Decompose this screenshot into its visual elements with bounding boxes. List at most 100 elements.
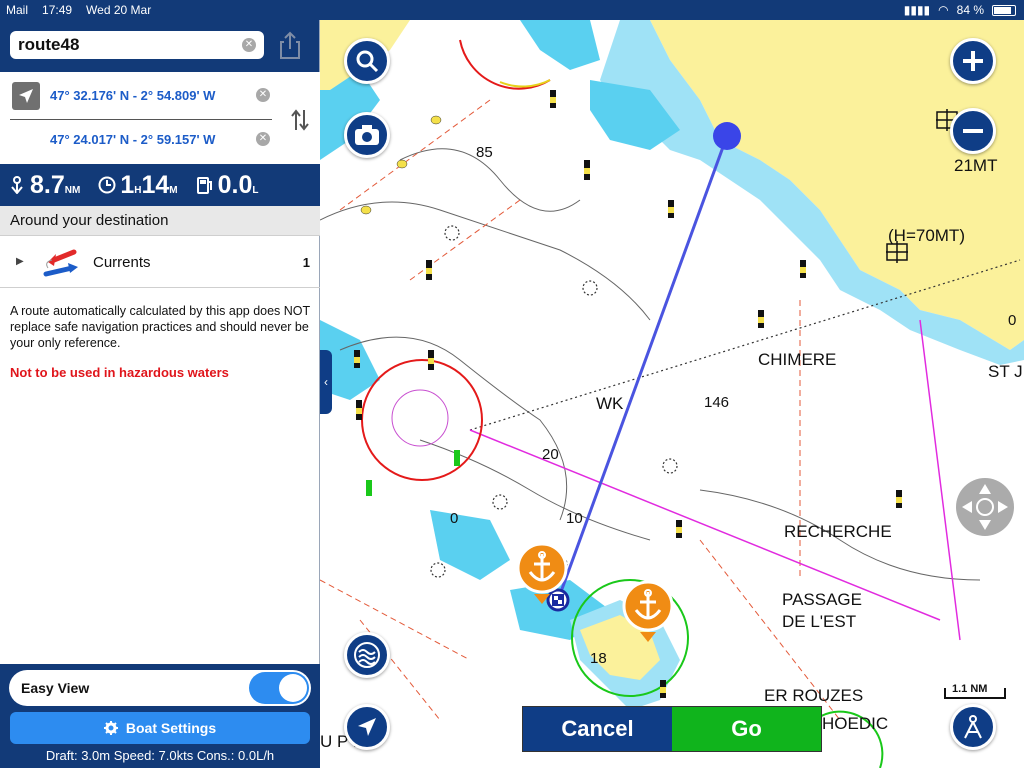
place-label: DE L'EST [782, 612, 857, 631]
route-line [556, 135, 729, 601]
swap-endpoints-icon[interactable] [290, 108, 310, 132]
end-coordinate[interactable]: 47° 24.017' N - 2° 59.157' W [50, 132, 215, 147]
duration-stat: 1 H 14 M [98, 170, 178, 200]
chevron-left-icon: ‹ [324, 375, 328, 389]
safety-disclaimer: A route automatically calculated by this… [10, 304, 310, 350]
status-time: 17:49 [42, 3, 73, 17]
place-label: ER ROUZES [764, 686, 864, 705]
share-icon[interactable] [276, 30, 304, 60]
boat-settings-button[interactable]: Boat Settings [10, 712, 310, 744]
zoom-out-button[interactable] [950, 108, 996, 154]
start-coordinate[interactable]: 47° 32.176' N - 2° 54.809' W [50, 88, 215, 103]
currents-label: Currents [93, 254, 151, 271]
minutes-unit: M [169, 184, 178, 196]
restricted-area-line [320, 579, 471, 721]
currents-row[interactable]: ▶ Currents 1 [0, 236, 320, 288]
fuel-stat: 0.0 L [196, 171, 259, 200]
light-sector-arc [459, 39, 551, 90]
search-button[interactable] [344, 38, 390, 84]
fuel-value: 0.0 [217, 170, 253, 199]
hazard-warning: Not to be used in hazardous waters [10, 365, 229, 380]
currents-count: 1 [302, 255, 310, 270]
traffic-lane [919, 319, 961, 641]
pan-control[interactable] [956, 478, 1014, 536]
fuel-unit: L [252, 184, 259, 196]
boat-settings-label: Boat Settings [125, 720, 217, 736]
distance-unit: NM [64, 184, 81, 196]
expand-triangle-icon[interactable]: ▶ [16, 256, 24, 267]
clear-route-name-icon[interactable]: ✕ [242, 38, 256, 52]
search-icon [356, 50, 379, 73]
route-sidebar: route48 ✕ 47° 32.176' N - 2° 54.809' W ✕… [0, 20, 320, 768]
route-start-point[interactable] [713, 122, 741, 150]
sidebar-footer: Easy View Boat Settings Draft: 3.0m Spee… [0, 664, 320, 768]
camera-icon [355, 125, 379, 145]
tides-currents-button[interactable] [344, 632, 390, 678]
route-header: route48 ✕ 47° 32.176' N - 2° 54.809' W ✕… [0, 20, 320, 164]
compass-button[interactable] [950, 704, 996, 750]
place-label: HOEDIC [822, 714, 889, 733]
route-action-bar: Cancel Go [522, 706, 822, 752]
place-label: RECHERCHE [784, 522, 892, 541]
place-label: WK [596, 394, 624, 413]
compass-icon [964, 715, 982, 739]
route-name-field[interactable]: route48 [10, 31, 264, 59]
easy-view-label: Easy View [21, 680, 90, 696]
divider [10, 119, 272, 120]
light-sector-circle [391, 389, 449, 447]
light-sector-arc [499, 79, 551, 88]
fuel-pump-icon [196, 177, 212, 194]
route-stats: 8.7 NM 1 H 14 M 0.0 L [0, 164, 320, 206]
camera-button[interactable] [344, 112, 390, 158]
depth-sounding: 10 [566, 510, 583, 527]
depth-sounding: 85 [476, 144, 493, 161]
location-arrow-icon [358, 718, 376, 736]
scale-label: 1.1 NM [952, 683, 988, 695]
place-label: PASSAGE [782, 590, 862, 609]
clear-start-icon[interactable]: ✕ [256, 88, 270, 102]
currents-icon [43, 249, 78, 277]
nautical-chart[interactable]: CHIMERE ST J WK RECHERCHE PASSAGE DE L'E… [320, 20, 1024, 768]
waves-icon [354, 642, 380, 668]
collapse-sidebar-tab[interactable]: ‹ [320, 350, 332, 414]
zoom-in-button[interactable] [950, 38, 996, 84]
plus-icon [963, 51, 983, 71]
shallow-patch [520, 20, 600, 70]
back-to-app-label[interactable]: Mail [6, 3, 28, 17]
hours-value: 1 [120, 170, 135, 199]
depth-sounding: 146 [704, 394, 730, 411]
direction-pad-icon [962, 484, 1008, 530]
anchorage-pin[interactable] [516, 542, 568, 606]
recenter-button[interactable] [344, 704, 390, 750]
chart-canvas [320, 20, 1024, 768]
clear-end-icon[interactable]: ✕ [256, 132, 270, 146]
depth-sounding: 20 [542, 446, 559, 463]
depth-contour [320, 201, 651, 321]
easy-view-toggle[interactable] [249, 672, 309, 704]
toggle-knob [279, 674, 307, 702]
place-label: 21MT [954, 156, 998, 175]
anchor-icon [516, 542, 568, 604]
minutes-value: 14 [141, 170, 170, 199]
shallow-patch [430, 510, 510, 580]
route-endpoints: 47° 32.176' N - 2° 54.809' W ✕ 47° 24.01… [0, 72, 320, 164]
minus-icon [963, 129, 983, 133]
anchorage-pin[interactable] [622, 580, 674, 644]
battery-icon [992, 4, 1016, 16]
boat-profile-summary: Draft: 3.0m Speed: 7.0kts Cons.: 0.0L/h [45, 748, 275, 763]
battery-percent: 84 % [956, 3, 984, 17]
anchor-icon [622, 580, 674, 642]
place-label: ST J [988, 362, 1023, 381]
distance-icon [11, 176, 23, 194]
cancel-button[interactable]: Cancel [523, 707, 672, 751]
go-button[interactable]: Go [672, 707, 821, 751]
depth-sounding: 0 [450, 510, 459, 527]
depth-contour [339, 336, 568, 521]
place-label: (H=70MT) [888, 226, 965, 245]
light-sector-circle [361, 359, 483, 481]
depth-sounding: 18 [590, 650, 607, 667]
hours-unit: H [134, 184, 142, 196]
scale-bar: 1.1 NM [944, 683, 1006, 700]
distance-value: 8.7 [30, 170, 65, 199]
status-bar: Mail 17:49 Wed 20 Mar ▮▮▮▮ ◠ 84 % [0, 0, 1024, 20]
